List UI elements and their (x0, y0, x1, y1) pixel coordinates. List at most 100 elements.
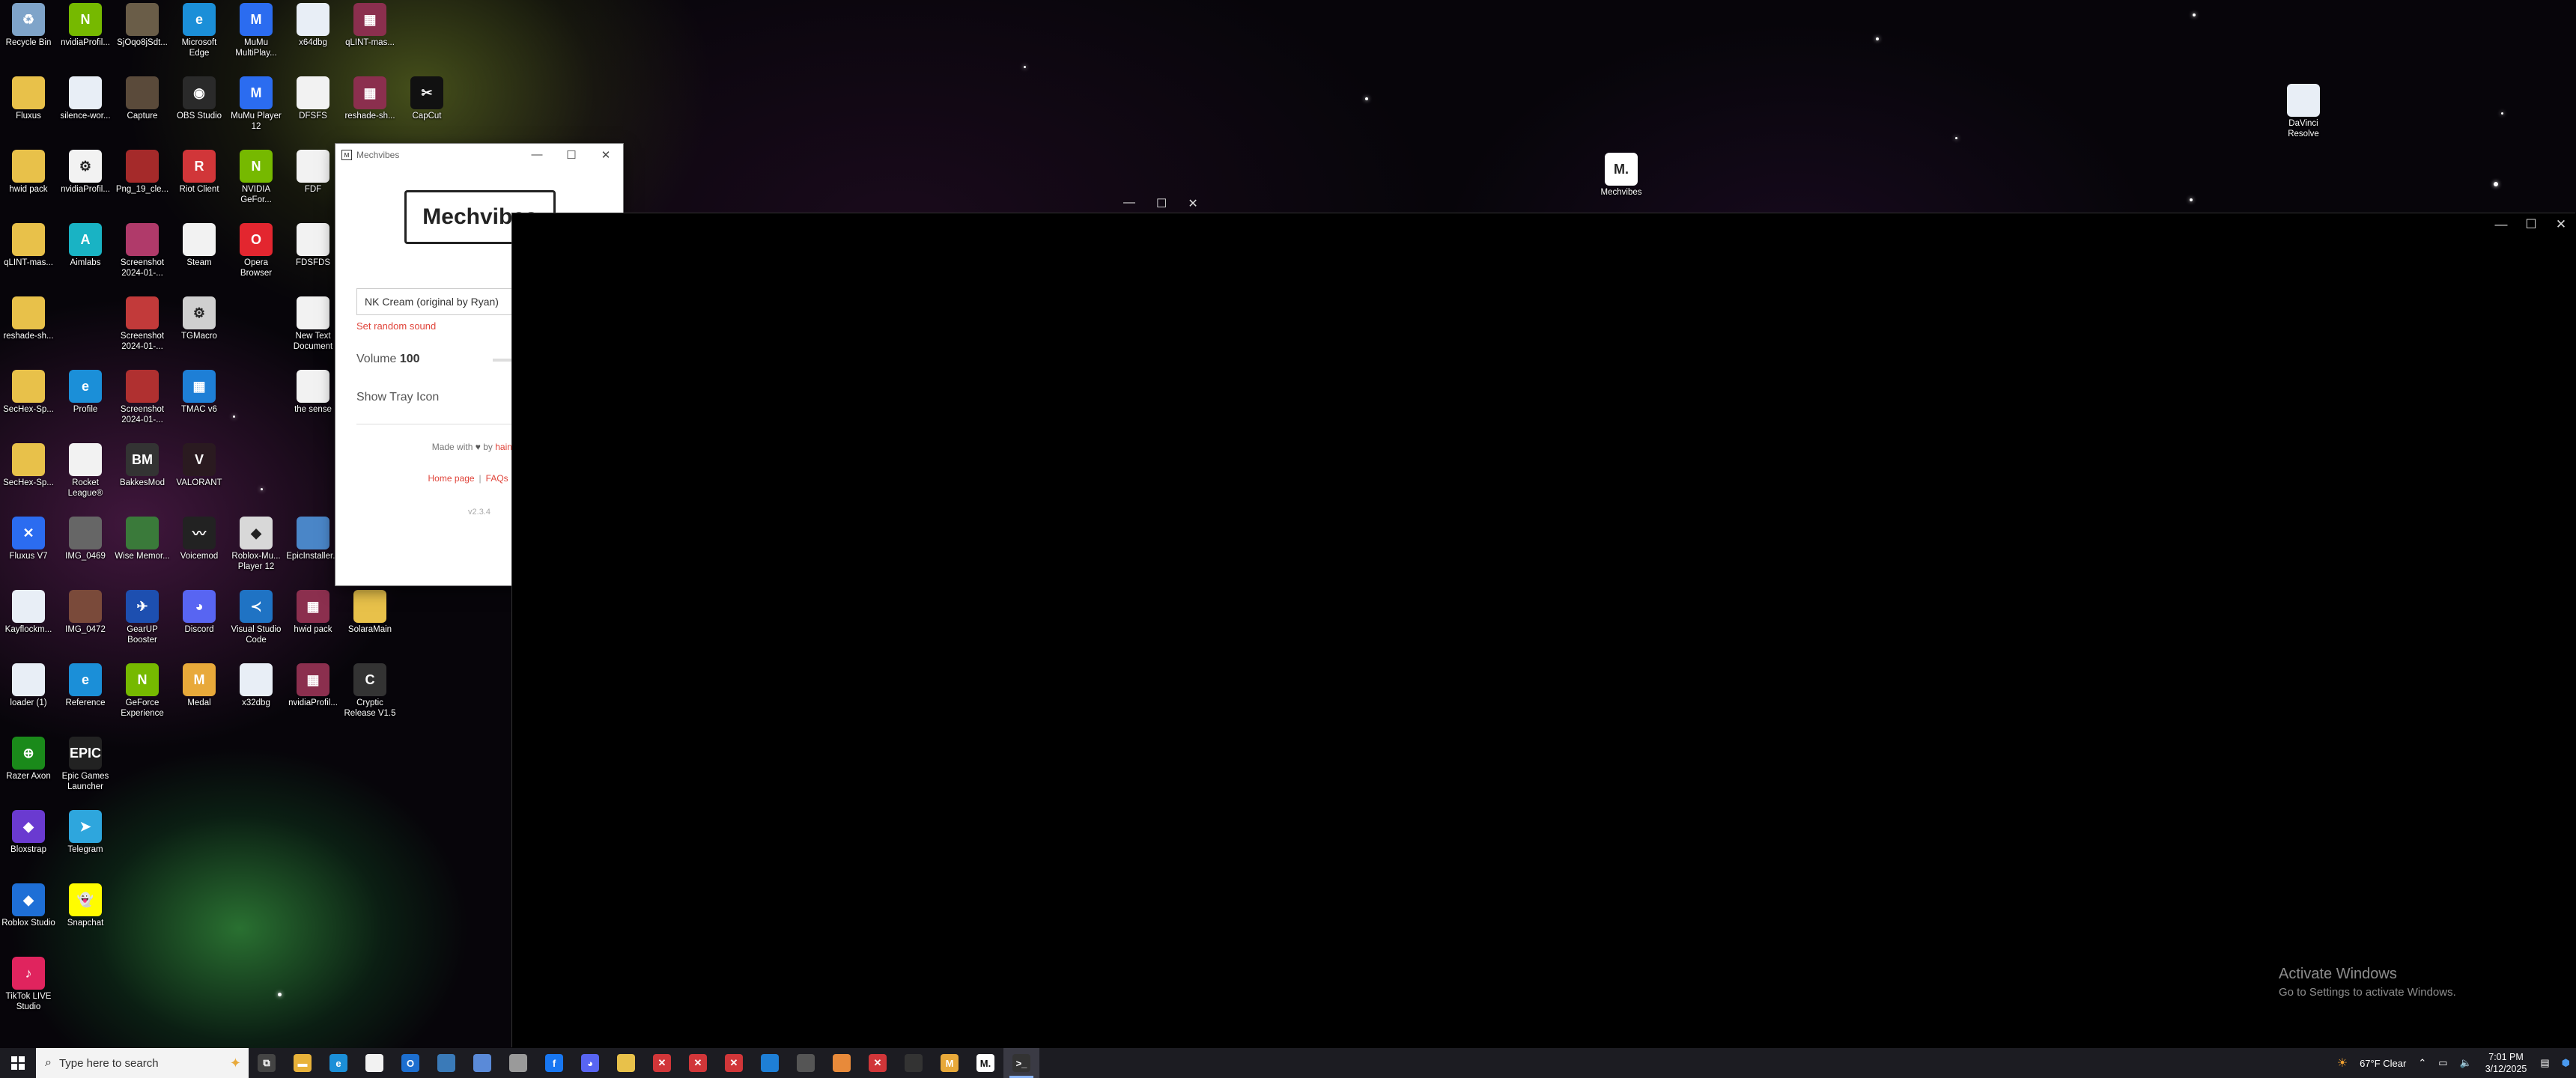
taskbar-app-6-button[interactable] (788, 1048, 824, 1078)
start-button[interactable] (0, 1048, 36, 1078)
desktop-icon[interactable]: M Medal (171, 660, 228, 708)
desktop-icon[interactable]: EPIC Epic Games Launcher (57, 734, 114, 792)
desktop-icon[interactable]: Rocket League® (57, 440, 114, 499)
taskbar-facebook-button[interactable]: f (536, 1048, 572, 1078)
desktop-icon[interactable]: hwid pack (0, 147, 57, 195)
desktop-icon[interactable]: R Riot Client (171, 147, 228, 195)
desktop-icon[interactable]: ✕ Fluxus V7 (0, 514, 57, 561)
taskbar-app-2-button[interactable] (464, 1048, 500, 1078)
chevron-up-icon[interactable]: ⌃ (2418, 1057, 2426, 1069)
maximize-button[interactable]: ☐ (1156, 196, 1167, 211)
desktop-icon[interactable]: FDF (285, 147, 341, 195)
weather-text[interactable]: 67°F Clear (2360, 1058, 2406, 1069)
desktop-icon[interactable]: M MuMu MultiPlay... (228, 0, 285, 58)
desktop-icon[interactable]: e Microsoft Edge (171, 0, 228, 58)
close-button[interactable]: ✕ (1188, 196, 1197, 211)
volume-icon[interactable]: 🔈 (2460, 1057, 2472, 1069)
taskbar-app-4-button[interactable] (608, 1048, 644, 1078)
taskbar-terminal-button[interactable]: >_ (1003, 1048, 1039, 1078)
desktop-icon[interactable]: New Text Document (285, 293, 341, 352)
desktop-icon[interactable]: ➤ Telegram (57, 807, 114, 855)
desktop-icon[interactable]: e Reference (57, 660, 114, 708)
show-tray-icon-toggle[interactable]: Show Tray Icon (356, 391, 439, 404)
desktop-icon[interactable]: ⚙ nvidiaProfil... (57, 147, 114, 195)
desktop-icon[interactable]: SolaraMain (341, 587, 398, 635)
taskbar-close-app-3-button[interactable]: ✕ (716, 1048, 752, 1078)
desktop-icon[interactable]: SecHex-Sp... (0, 367, 57, 415)
desktop-icon[interactable]: Screenshot 2024-01-... (114, 220, 171, 278)
taskbar-app-5-button[interactable] (752, 1048, 788, 1078)
close-button[interactable]: ✕ (589, 148, 623, 162)
close-button[interactable]: ✕ (2546, 213, 2576, 236)
tray-app-icon[interactable]: ⬢ (2562, 1057, 2570, 1069)
desktop-icon[interactable]: ▦ nvidiaProfil... (285, 660, 341, 708)
taskbar-close-app-4-button[interactable]: ✕ (860, 1048, 896, 1078)
desktop-icon[interactable]: Capture (114, 73, 171, 121)
taskbar-close-app-2-button[interactable]: ✕ (680, 1048, 716, 1078)
desktop-icon[interactable]: Kayflockm... (0, 587, 57, 635)
desktop-icon[interactable]: ⚙ TGMacro (171, 293, 228, 341)
desktop-icon[interactable]: the sense (285, 367, 341, 415)
desktop-icon[interactable]: SjOqo8jSdt... (114, 0, 171, 48)
faqs-link[interactable]: FAQs (486, 473, 508, 484)
desktop-icon[interactable]: ✂ CapCut (398, 73, 455, 121)
minimize-button[interactable]: — (520, 148, 554, 162)
desktop-icon[interactable]: N NVIDIA GeFor... (228, 147, 285, 205)
desktop-icon[interactable]: loader (1) (0, 660, 57, 708)
desktop-icon[interactable]: DFSFS (285, 73, 341, 121)
home-page-link[interactable]: Home page (428, 473, 475, 484)
desktop-icon[interactable]: ⊕ Razer Axon (0, 734, 57, 782)
desktop-icon[interactable]: M MuMu Player 12 (228, 73, 285, 132)
taskbar-outlook-button[interactable]: O (392, 1048, 428, 1078)
minimize-button[interactable]: — (1123, 196, 1135, 211)
desktop-icon[interactable]: DaVinci Resolve (2275, 81, 2332, 139)
notification-icon[interactable]: ▤ (2540, 1057, 2549, 1069)
taskbar-app-7-button[interactable] (824, 1048, 860, 1078)
desktop-icon[interactable]: silence-wor... (57, 73, 114, 121)
taskbar-file-explorer-button[interactable]: ▬ (285, 1048, 321, 1078)
desktop-icon[interactable]: Wise Memor... (114, 514, 171, 561)
minimize-button[interactable]: — (2486, 213, 2516, 236)
desktop-icon[interactable]: SecHex-Sp... (0, 440, 57, 488)
taskbar-medal-button[interactable]: M (932, 1048, 967, 1078)
taskbar-app-8-button[interactable] (896, 1048, 932, 1078)
desktop-icon[interactable]: Screenshot 2024-01-... (114, 367, 171, 425)
desktop-icon[interactable]: FDSFDS (285, 220, 341, 268)
desktop-icon[interactable]: N GeForce Experience (114, 660, 171, 719)
desktop-icon[interactable]: reshade-sh... (0, 293, 57, 341)
desktop-icon[interactable]: x64dbg (285, 0, 341, 48)
desktop-icon[interactable]: 👻 Snapchat (57, 880, 114, 928)
desktop-icon[interactable]: qLINT-mas... (0, 220, 57, 268)
taskbar-search[interactable]: ⌕ Type here to search ✦ (36, 1048, 249, 1078)
weather-icon[interactable]: ☀ (2337, 1056, 2348, 1071)
desktop-icon[interactable]: e Profile (57, 367, 114, 415)
desktop-icon[interactable]: NnvidiaProfil... (57, 0, 114, 48)
desktop-icon[interactable]: ◆ Bloxstrap (0, 807, 57, 855)
network-icon[interactable]: ▭ (2438, 1057, 2447, 1069)
desktop-icon[interactable]: ≺ Visual Studio Code (228, 587, 285, 645)
mechvibes-titlebar[interactable]: M Mechvibes — ☐ ✕ (335, 144, 623, 166)
desktop-icon[interactable]: EpicInstaller... (285, 514, 341, 561)
desktop-icon[interactable]: ◉ OBS Studio (171, 73, 228, 121)
desktop-icon[interactable]: BM BakkesMod (114, 440, 171, 488)
desktop-icon[interactable]: IMG_0469 (57, 514, 114, 561)
desktop-icon[interactable]: Png_19_cle... (114, 147, 171, 195)
maximize-button[interactable]: ☐ (2516, 213, 2546, 236)
taskbar-app-1-button[interactable] (428, 1048, 464, 1078)
desktop-icon[interactable]: M. Mechvibes (1593, 150, 1650, 198)
desktop-icon[interactable]: ◆ Roblox Studio (0, 880, 57, 928)
desktop-icon[interactable]: IMG_0472 (57, 587, 114, 635)
desktop-icon[interactable]: x32dbg (228, 660, 285, 708)
taskbar-app-3-button[interactable] (500, 1048, 536, 1078)
taskbar-edge-button[interactable]: e (321, 1048, 356, 1078)
clock[interactable]: 7:01 PM 3/12/2025 (2485, 1051, 2527, 1075)
desktop-icon[interactable]: A Aimlabs (57, 220, 114, 268)
maximize-button[interactable]: ☐ (554, 148, 589, 162)
desktop-icon[interactable]: ♻ Recycle Bin (0, 0, 57, 48)
set-random-sound-link[interactable]: Set random sound (356, 320, 436, 332)
desktop-icon[interactable]: ▦ qLINT-mas... (341, 0, 398, 48)
desktop-icon[interactable]: ◆ Roblox-Mu... Player 12 (228, 514, 285, 572)
desktop-icon[interactable]: V VALORANT (171, 440, 228, 488)
taskbar-mechvibes-button[interactable]: M. (967, 1048, 1003, 1078)
desktop-icon[interactable]: ◕ Discord (171, 587, 228, 635)
